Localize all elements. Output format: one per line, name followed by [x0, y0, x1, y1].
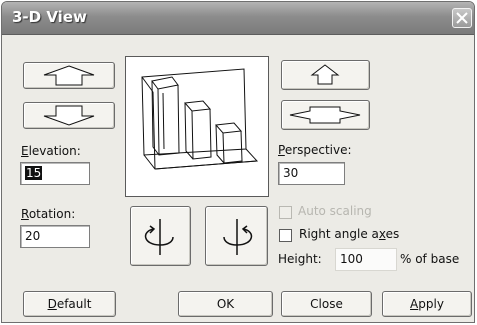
right-angle-axes-label: Right angle axes [299, 227, 400, 241]
ok-button[interactable]: OK [178, 291, 273, 317]
arrow-up-icon [43, 65, 95, 86]
close-icon[interactable] [452, 8, 472, 28]
elevation-label: Elevation: [21, 144, 81, 158]
perspective-label: Perspective: [278, 143, 352, 157]
rotation-label: Rotation: [21, 207, 76, 221]
close-button[interactable]: Close [281, 291, 372, 317]
3d-chart-preview-icon [141, 68, 259, 170]
rotate-left-icon [144, 219, 174, 255]
perspective-down-button[interactable] [281, 100, 370, 130]
height-label: Height: [278, 252, 322, 266]
chart-preview [125, 56, 269, 197]
perspective-decrease-icon [289, 106, 361, 124]
3d-view-dialog: 3-D View Elevation: 15 Rotation: 20 Pers… [1, 1, 475, 323]
rotation-input[interactable]: 20 [20, 225, 90, 248]
elevation-down-button[interactable] [23, 102, 115, 129]
perspective-increase-icon [310, 64, 340, 85]
right-angle-axes-checkbox[interactable] [279, 229, 292, 242]
title-bar[interactable]: 3-D View [2, 2, 474, 35]
height-input[interactable]: 100 [335, 248, 397, 271]
arrow-down-icon [43, 105, 95, 126]
perspective-up-button[interactable] [281, 60, 370, 90]
height-suffix: % of base [400, 252, 460, 266]
rotate-right-button[interactable] [205, 206, 268, 266]
auto-scaling-label: Auto scaling [298, 204, 372, 218]
apply-button[interactable]: Apply [382, 291, 472, 317]
default-button[interactable]: Default [23, 291, 116, 317]
auto-scaling-checkbox[interactable] [279, 206, 292, 219]
elevation-up-button[interactable] [23, 62, 115, 89]
rotate-left-button[interactable] [130, 206, 191, 266]
rotate-right-icon [223, 219, 253, 255]
perspective-input[interactable]: 30 [278, 162, 345, 185]
window-title: 3-D View [12, 8, 87, 26]
elevation-input[interactable]: 15 [20, 162, 90, 185]
